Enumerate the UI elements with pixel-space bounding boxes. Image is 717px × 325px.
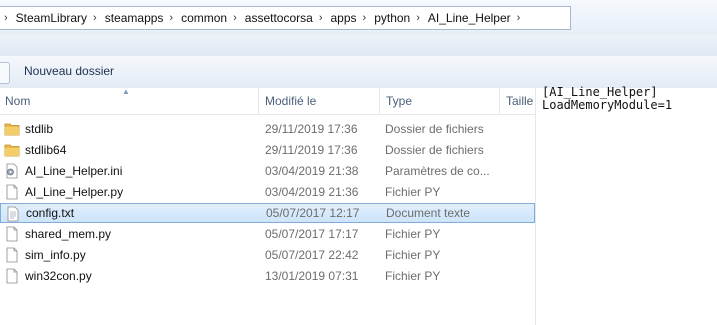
file-row[interactable]: AI_Line_Helper.py 03/04/2019 21:36 Fichier… xyxy=(0,182,535,202)
file-type: Paramètres de co... xyxy=(385,164,490,178)
file-type: Document texte xyxy=(386,206,471,220)
breadcrumb-item[interactable]: common xyxy=(179,11,229,25)
file-name: win32con.py xyxy=(25,269,92,283)
breadcrumb[interactable]: › SteamLibrary › steamapps › common › assettoco… xyxy=(0,6,571,30)
folder-icon xyxy=(4,121,20,137)
organize-button-edge[interactable] xyxy=(0,62,10,84)
breadcrumb-item[interactable]: python xyxy=(372,11,412,25)
file-type: Dossier de fichiers xyxy=(385,143,484,157)
file-name: stdlib xyxy=(25,122,54,136)
column-header-size[interactable]: Taille xyxy=(506,94,533,108)
file-icon xyxy=(4,226,20,242)
file-modified-date: 29/11/2019 17:36 xyxy=(265,122,358,136)
file-icon xyxy=(4,268,20,284)
file-name: AI_Line_Helper.ini xyxy=(25,164,123,178)
address-bar: › SteamLibrary › steamapps › common › assettoco… xyxy=(0,0,717,35)
chevron-right-icon[interactable]: › xyxy=(0,12,14,24)
chevron-right-icon[interactable]: › xyxy=(513,12,527,24)
file-row[interactable]: shared_mem.py 05/07/2017 17:17 Fichier PY xyxy=(0,224,535,244)
file-row[interactable]: AI_Line_Helper.ini 03/04/2019 21:38 Paramè… xyxy=(0,161,535,181)
settings-file-icon xyxy=(4,163,20,179)
file-icon xyxy=(4,247,20,263)
file-type: Fichier PY xyxy=(385,227,441,241)
chevron-right-icon[interactable]: › xyxy=(412,12,426,24)
breadcrumb-item[interactable]: SteamLibrary xyxy=(14,11,89,25)
text-file-icon xyxy=(5,206,21,222)
preview-pane: [AI_Line_Helper] LoadMemoryModule=1 xyxy=(536,86,717,325)
column-header-modified[interactable]: Modifié le xyxy=(265,94,316,108)
file-row[interactable]: stdlib 29/11/2019 17:36 Dossier de fichier… xyxy=(0,119,535,139)
file-modified-date: 05/07/2017 12:17 xyxy=(266,206,360,220)
file-type: Fichier PY xyxy=(385,185,441,199)
file-modified-date: 29/11/2019 17:36 xyxy=(265,143,358,157)
chevron-right-icon[interactable]: › xyxy=(165,12,179,24)
file-name: config.txt xyxy=(26,206,75,220)
preview-line: LoadMemoryModule=1 xyxy=(542,98,673,112)
file-name: stdlib64 xyxy=(25,143,67,157)
breadcrumb-item[interactable]: steamapps xyxy=(103,11,166,25)
breadcrumb-item[interactable]: apps xyxy=(329,11,359,25)
file-name: shared_mem.py xyxy=(25,227,112,241)
file-name: sim_info.py xyxy=(25,248,86,262)
column-divider[interactable] xyxy=(379,88,380,114)
chevron-right-icon[interactable]: › xyxy=(315,12,329,24)
file-icon xyxy=(4,184,20,200)
preview-line: [AI_Line_Helper] xyxy=(542,85,658,99)
chevron-right-icon[interactable]: › xyxy=(89,12,103,24)
preview-text: [AI_Line_Helper] LoadMemoryModule=1 xyxy=(542,86,672,112)
column-header-type[interactable]: Type xyxy=(386,94,412,108)
column-header-name[interactable]: Nom xyxy=(5,94,30,108)
file-type: Fichier PY xyxy=(385,269,441,283)
breadcrumb-item[interactable]: AI_Line_Helper xyxy=(426,11,513,25)
breadcrumb-item[interactable]: assettocorsa xyxy=(243,11,315,25)
chevron-right-icon[interactable]: › xyxy=(359,12,373,24)
column-header-row: ▲ Nom Modifié le Type Taille xyxy=(0,87,535,115)
column-divider[interactable] xyxy=(499,88,500,114)
file-row[interactable]: stdlib64 29/11/2019 17:36 Dossier de fichi… xyxy=(0,140,535,160)
folder-icon xyxy=(4,142,20,158)
file-modified-date: 13/01/2019 07:31 xyxy=(265,269,359,283)
file-name: AI_Line_Helper.py xyxy=(25,185,124,199)
file-modified-date: 03/04/2019 21:36 xyxy=(265,185,359,199)
file-modified-date: 05/07/2017 17:17 xyxy=(265,227,359,241)
chevron-right-icon[interactable]: › xyxy=(229,12,243,24)
file-modified-date: 03/04/2019 21:38 xyxy=(265,164,359,178)
file-row[interactable]: win32con.py 13/01/2019 07:31 Fichier PY xyxy=(0,266,535,286)
file-row[interactable]: sim_info.py 05/07/2017 22:42 Fichier PY xyxy=(0,245,535,265)
address-bar-strip xyxy=(0,34,717,57)
file-row[interactable]: config.txt 05/07/2017 12:17 Document texte xyxy=(0,203,535,223)
column-divider[interactable] xyxy=(258,88,259,114)
file-modified-date: 05/07/2017 22:42 xyxy=(265,248,359,262)
sort-ascending-icon: ▲ xyxy=(122,87,130,96)
file-type: Fichier PY xyxy=(385,248,441,262)
file-type: Dossier de fichiers xyxy=(385,122,484,136)
file-list: ▲ Nom Modifié le Type Taille stdlib 29/11… xyxy=(0,87,536,325)
new-folder-button[interactable]: Nouveau dossier xyxy=(24,64,114,78)
